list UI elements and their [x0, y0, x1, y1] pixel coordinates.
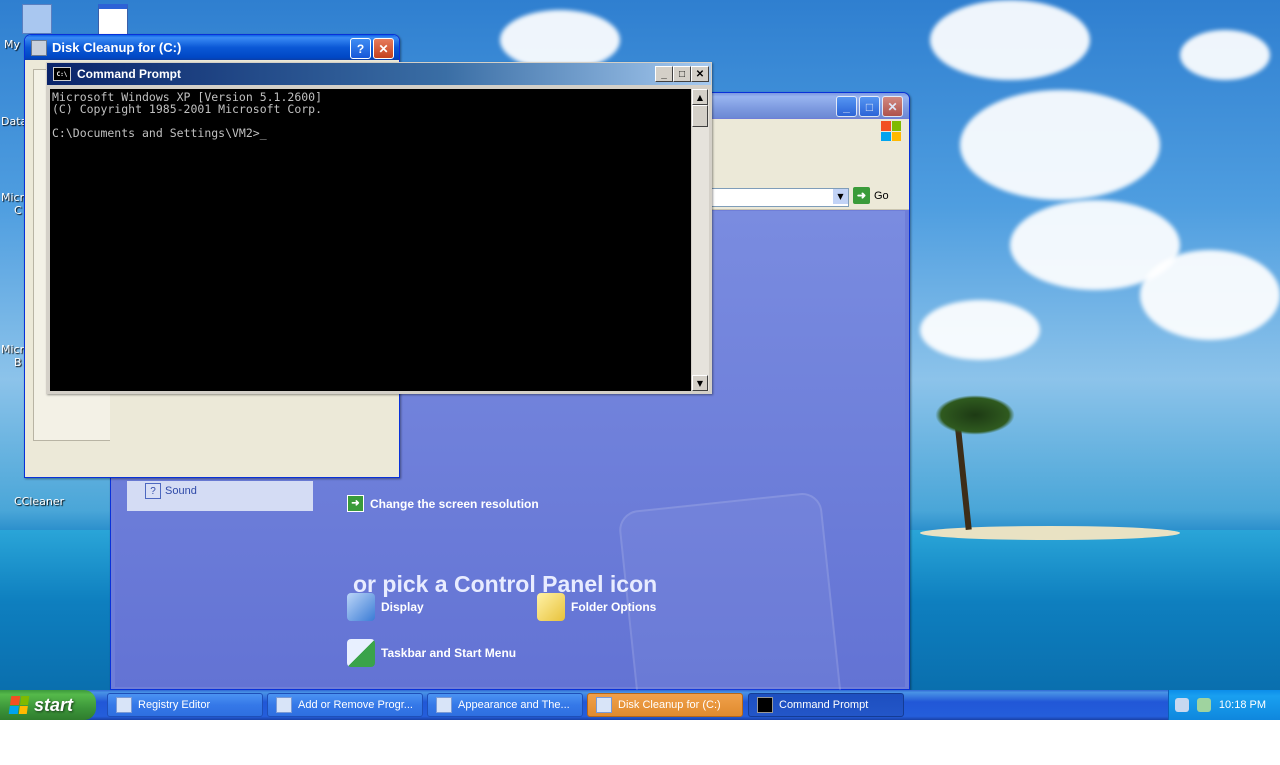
desktop-icon-label[interactable]: CCleaner — [14, 495, 64, 508]
change-resolution-link[interactable]: ➜ Change the screen resolution — [347, 495, 539, 512]
taskbar-icon — [347, 639, 375, 667]
icon-label: Display — [381, 600, 424, 614]
go-button[interactable]: ➜ Go — [853, 187, 889, 204]
folder-icon — [537, 593, 565, 621]
windows-flag-icon — [8, 696, 30, 714]
cloud-shape — [500, 10, 620, 70]
address-input[interactable]: ▼ — [711, 188, 849, 207]
add-remove-icon — [276, 697, 292, 713]
taskbar-button-appearance[interactable]: Appearance and The... — [427, 693, 583, 717]
task-label: Registry Editor — [138, 699, 211, 711]
disk-cleanup-icon — [596, 697, 612, 713]
command-prompt-window: C:\ Command Prompt _ □ ✕ Microsoft Windo… — [46, 62, 712, 394]
icon-label: Taskbar and Start Menu — [381, 646, 517, 660]
taskbar-button-registry-editor[interactable]: Registry Editor — [107, 693, 263, 717]
taskbar: start Registry Editor Add or Remove Prog… — [0, 690, 1280, 720]
display-icon — [347, 593, 375, 621]
desktop-icon-label[interactable]: My — [4, 38, 20, 51]
cmd-icon — [757, 697, 773, 713]
sidebar-item-label: Sound — [165, 485, 197, 497]
minimize-button[interactable]: _ — [655, 66, 673, 82]
cloud-shape — [1180, 30, 1270, 80]
desktop-icon-label[interactable]: C — [14, 204, 22, 217]
command-prompt-titlebar[interactable]: C:\ Command Prompt _ □ ✕ — [47, 63, 711, 85]
close-button[interactable]: ✕ — [691, 66, 709, 82]
beach — [920, 526, 1180, 540]
cmd-icon: C:\ — [53, 67, 71, 81]
security-icon[interactable] — [1196, 698, 1211, 712]
see-also-panel: ? Sound — [127, 481, 313, 511]
help-button[interactable]: ? — [350, 38, 371, 59]
task-label: Disk Cleanup for (C:) — [618, 699, 721, 711]
disk-cleanup-titlebar[interactable]: Disk Cleanup for (C:) ? ✕ — [25, 35, 399, 60]
desktop-icon-label[interactable]: B — [14, 356, 22, 369]
console-output[interactable]: Microsoft Windows XP [Version 5.1.2600](… — [50, 89, 691, 391]
task-label: Add or Remove Progr... — [298, 699, 413, 711]
cloud-shape — [930, 0, 1090, 80]
go-label: Go — [874, 189, 889, 202]
window-title: Command Prompt — [77, 67, 182, 81]
vertical-scrollbar[interactable]: ▲ ▼ — [692, 89, 709, 391]
task-label: Command Prompt — [779, 699, 869, 711]
chevron-down-icon[interactable]: ▼ — [833, 189, 848, 204]
maximize-button[interactable]: □ — [859, 96, 880, 117]
window-title: Disk Cleanup for (C:) — [52, 40, 182, 55]
registry-editor-icon — [116, 697, 132, 713]
start-label: start — [34, 694, 74, 715]
maximize-button[interactable]: □ — [673, 66, 691, 82]
scroll-thumb[interactable] — [692, 105, 708, 127]
scroll-down-button[interactable]: ▼ — [692, 375, 708, 391]
scroll-up-button[interactable]: ▲ — [692, 89, 708, 105]
my-computer-icon[interactable] — [22, 4, 52, 34]
window-icon[interactable] — [98, 4, 128, 36]
task-label: Appearance and The... — [458, 699, 570, 711]
console-prompt-line: C:\Documents and Settings\VM2>_ — [52, 126, 267, 140]
cloud-shape — [920, 300, 1040, 360]
help-icon: ? — [145, 483, 161, 499]
folder-options-link[interactable]: Folder Options — [537, 593, 656, 621]
sidebar-item-sound[interactable]: ? Sound — [145, 483, 197, 499]
windows-logo-icon — [881, 121, 901, 141]
display-icon-link[interactable]: Display — [347, 593, 424, 621]
minimize-button[interactable]: _ — [836, 96, 857, 117]
palm-leaves — [935, 395, 1015, 435]
checkmark-watermark-icon — [617, 491, 847, 765]
start-button[interactable]: start — [0, 690, 96, 720]
close-button[interactable]: ✕ — [373, 38, 394, 59]
taskbar-button-disk-cleanup[interactable]: Disk Cleanup for (C:) — [587, 693, 743, 717]
arrow-right-icon: ➜ — [347, 495, 364, 512]
icon-label: Folder Options — [571, 600, 657, 614]
appearance-icon — [436, 697, 452, 713]
console-line: (C) Copyright 1985-2001 Microsoft Corp. — [52, 102, 323, 116]
cloud-shape — [960, 90, 1160, 200]
taskbar-button-command-prompt[interactable]: Command Prompt — [748, 693, 904, 717]
cloud-shape — [1140, 250, 1280, 340]
palm-trunk — [954, 419, 972, 531]
close-button[interactable]: ✕ — [882, 96, 903, 117]
taskbar-button-add-remove[interactable]: Add or Remove Progr... — [267, 693, 423, 717]
network-icon[interactable] — [1174, 698, 1189, 712]
clock[interactable]: 10:18 PM — [1219, 699, 1266, 711]
system-tray: 10:18 PM — [1168, 690, 1280, 720]
task-link-label: Change the screen resolution — [370, 496, 539, 511]
go-arrow-icon: ➜ — [853, 187, 870, 204]
disk-cleanup-icon — [31, 39, 47, 56]
taskbar-start-menu-link[interactable]: Taskbar and Start Menu — [347, 639, 516, 667]
